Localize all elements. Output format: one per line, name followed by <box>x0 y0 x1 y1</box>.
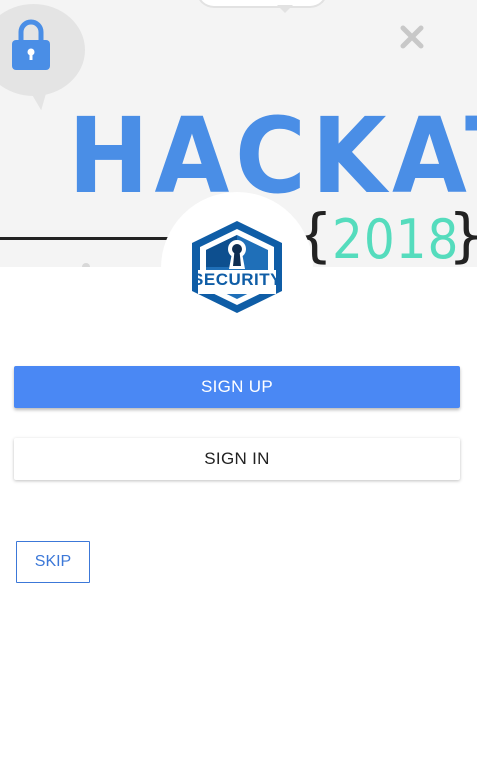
hero-brace-right: } <box>448 203 477 267</box>
logo-text: SECURITY <box>192 270 282 289</box>
skip-button[interactable]: SKIP <box>16 541 90 583</box>
welcome-screen: HACKATHON { 2018 } SECURITY SIGN UP SIGN… <box>0 0 477 768</box>
hero-dot <box>82 263 90 267</box>
sign-in-button[interactable]: SIGN IN <box>14 438 460 480</box>
hero-title: HACKATHON <box>68 95 477 217</box>
sign-up-button[interactable]: SIGN UP <box>14 366 460 408</box>
lock-icon <box>12 19 50 70</box>
keyhole-hexagon-icon <box>192 221 282 313</box>
speech-bubble-top <box>196 0 328 8</box>
speech-bubble-top-tail <box>277 5 293 13</box>
hero-year: 2018 <box>332 208 460 268</box>
close-icon[interactable] <box>397 22 427 52</box>
